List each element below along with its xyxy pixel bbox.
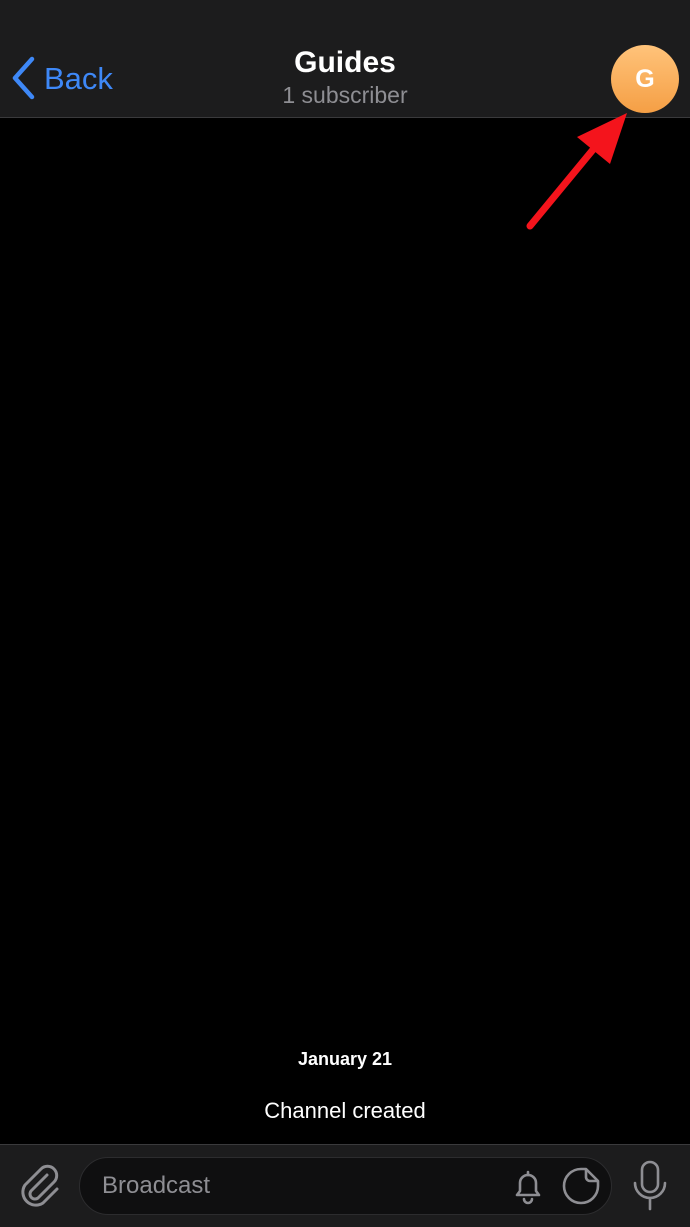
silent-broadcast-button[interactable] (508, 1166, 548, 1206)
bell-icon (515, 1170, 541, 1205)
message-input-bar (0, 1144, 690, 1227)
channel-title-block[interactable]: Guides 1 subscriber (145, 45, 545, 109)
microphone-icon (633, 1160, 667, 1211)
date-separator: January 21 (297, 1049, 393, 1069)
sticker-button[interactable] (560, 1165, 602, 1207)
paperclip-icon (21, 1164, 59, 1207)
message-list[interactable]: January 21 Channel created (0, 118, 690, 1144)
navigation-header: Back Guides 1 subscriber G (0, 0, 690, 118)
chevron-left-icon (12, 56, 35, 100)
voice-record-button[interactable] (630, 1159, 670, 1213)
channel-avatar[interactable]: G (611, 45, 679, 113)
broadcast-input-container[interactable] (79, 1157, 612, 1215)
broadcast-input[interactable] (102, 1158, 482, 1214)
attach-button[interactable] (16, 1161, 64, 1209)
back-button[interactable]: Back (10, 52, 113, 104)
service-message: Channel created (264, 1098, 426, 1123)
avatar-letter: G (635, 64, 655, 93)
back-label: Back (44, 60, 113, 96)
channel-screen: Back Guides 1 subscriber G January 21 Ch… (0, 0, 690, 1227)
channel-title: Guides (294, 46, 396, 79)
subscriber-count: 1 subscriber (282, 82, 408, 108)
sticker-icon (562, 1167, 600, 1205)
